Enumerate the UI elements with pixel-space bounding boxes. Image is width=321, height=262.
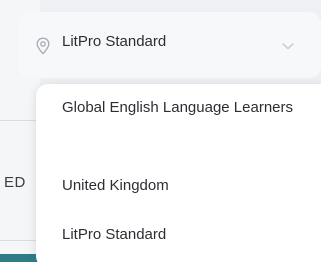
curriculum-select[interactable]: LitPro Standard bbox=[18, 12, 321, 78]
screen: ED LitPro Standard Global English Langua… bbox=[0, 0, 321, 262]
background-text-fragment: ED bbox=[4, 174, 26, 191]
dropdown-menu: Global English Language Learners United … bbox=[36, 84, 321, 262]
select-value: LitPro Standard bbox=[62, 33, 167, 50]
dropdown-option-litpro-standard[interactable]: LitPro Standard bbox=[36, 225, 321, 244]
map-pin-icon bbox=[36, 37, 50, 55]
dropdown-option-global-english-language-learners[interactable]: Global English Language Learners bbox=[36, 98, 321, 117]
dropdown-option-united-kingdom[interactable]: United Kingdom bbox=[36, 176, 321, 195]
background-divider bbox=[0, 240, 40, 241]
chevron-down-icon[interactable] bbox=[281, 41, 295, 51]
background-divider bbox=[0, 120, 40, 121]
